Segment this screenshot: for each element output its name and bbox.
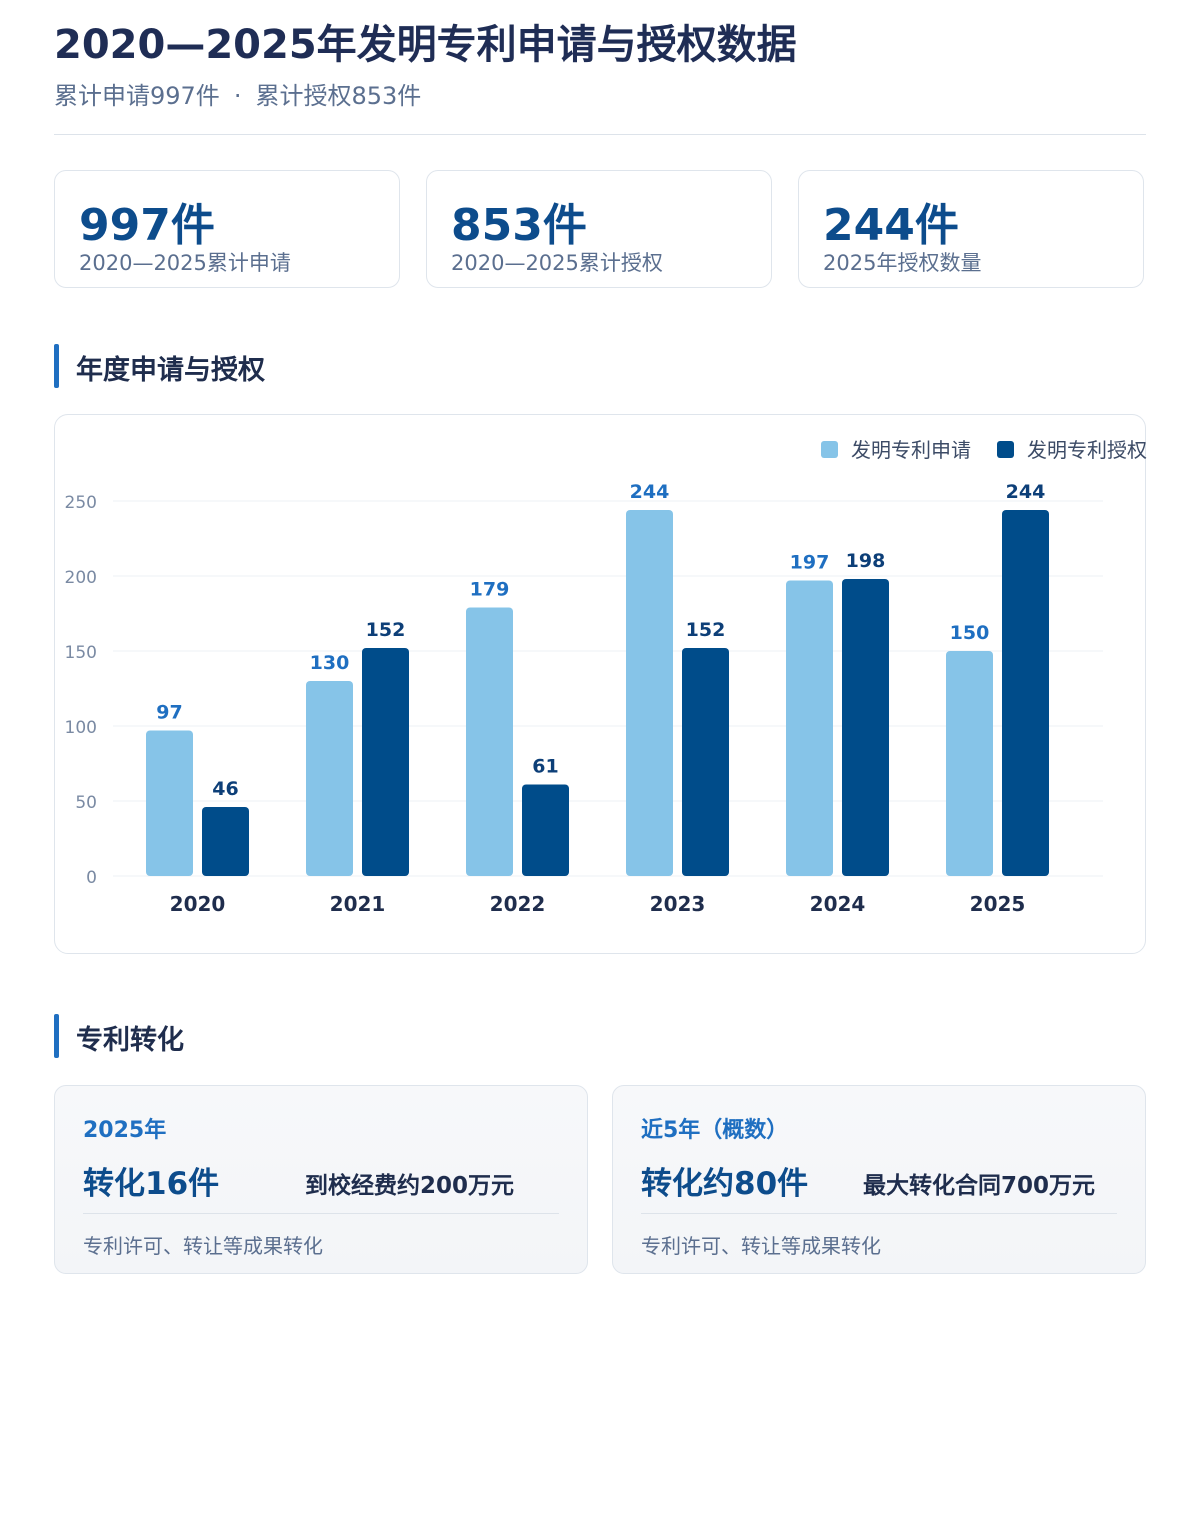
y-tick-label: 250 xyxy=(65,493,97,513)
conversion-note: 专利许可、转让等成果转化 xyxy=(641,1234,881,1258)
data-label-grant: 244 xyxy=(1006,481,1046,503)
conversion-card-2025: 2025年 转化16件 到校经费约200万元 专利许可、转让等成果转化 xyxy=(54,1085,588,1274)
chart-card: 0 50 100 150 200 250 97 46 2020 130 152 2021 179 61 20… xyxy=(54,414,1147,954)
conversion-period: 近5年（概数） xyxy=(641,1118,789,1143)
y-tick-label: 0 xyxy=(86,868,97,888)
conversion-period: 2025年 xyxy=(83,1118,167,1143)
conversion-funding: 到校经费约200万元 xyxy=(305,1173,515,1199)
data-label-grant: 46 xyxy=(212,778,238,800)
bar-grant xyxy=(202,807,249,876)
x-tick-label: 2020 xyxy=(170,892,226,916)
bar-grant xyxy=(1002,510,1049,876)
x-tick-label: 2023 xyxy=(650,892,706,916)
section-title-conversion: 专利转化 xyxy=(76,1025,184,1056)
legend-swatch-application xyxy=(821,441,838,458)
bar-application xyxy=(626,510,673,876)
bar-application xyxy=(946,651,993,876)
data-label-grant: 198 xyxy=(846,550,886,572)
conversion-note: 专利许可、转让等成果转化 xyxy=(83,1234,323,1258)
legend-label-grant: 发明专利授权 xyxy=(1027,438,1147,462)
data-label-grant: 61 xyxy=(532,756,558,778)
bar-grant xyxy=(522,784,569,876)
y-tick-label: 50 xyxy=(75,793,97,813)
bar-chart: 0 50 100 150 200 250 97 46 2020 130 152 2021 179 61 20… xyxy=(65,438,1147,916)
data-label-grant: 152 xyxy=(366,619,406,641)
bar-grant xyxy=(682,648,729,876)
y-tick-label: 100 xyxy=(65,718,97,738)
data-label-application: 97 xyxy=(156,702,182,724)
legend-label-application: 发明专利申请 xyxy=(851,438,971,462)
bar-application xyxy=(146,730,193,876)
data-label-grant: 152 xyxy=(686,619,726,641)
legend-swatch-grant xyxy=(997,441,1014,458)
bar-application xyxy=(466,607,513,876)
bar-application xyxy=(786,580,833,876)
data-label-application: 179 xyxy=(470,579,510,601)
y-tick-label: 200 xyxy=(65,568,97,588)
conversion-divider xyxy=(641,1213,1117,1214)
conversion-count: 转化约80件 xyxy=(641,1166,809,1202)
data-label-application: 244 xyxy=(630,481,670,503)
bar-application xyxy=(306,681,353,876)
conversion-divider xyxy=(83,1213,559,1214)
x-tick-label: 2025 xyxy=(970,892,1026,916)
y-tick-label: 150 xyxy=(65,643,97,663)
section-accent-bar xyxy=(54,1014,59,1058)
x-tick-label: 2022 xyxy=(490,892,546,916)
x-tick-label: 2024 xyxy=(810,892,866,916)
bar-grant xyxy=(842,579,889,876)
conversion-max-contract: 最大转化合同700万元 xyxy=(863,1173,1096,1199)
data-label-application: 130 xyxy=(310,652,350,674)
x-tick-label: 2021 xyxy=(330,892,386,916)
conversion-card-5yr: 近5年（概数） 转化约80件 最大转化合同700万元 专利许可、转让等成果转化 xyxy=(612,1085,1146,1274)
bar-grant xyxy=(362,648,409,876)
data-label-application: 197 xyxy=(790,552,830,574)
conversion-count: 转化16件 xyxy=(83,1166,220,1202)
data-label-application: 150 xyxy=(950,622,990,644)
